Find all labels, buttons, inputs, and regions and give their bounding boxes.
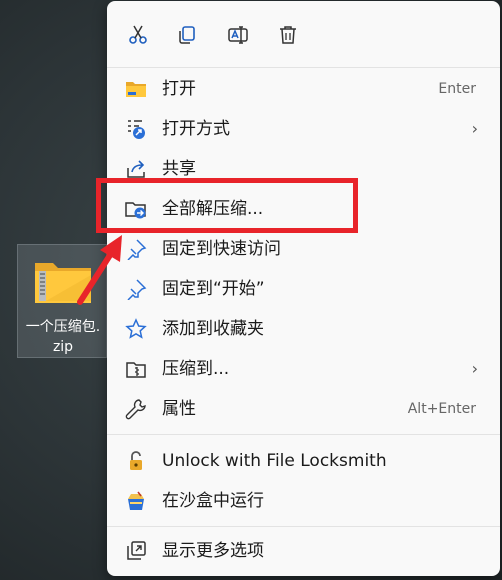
delete-button[interactable] <box>274 21 302 49</box>
cut-icon <box>129 25 147 44</box>
rename-button[interactable] <box>224 21 252 49</box>
menu-item-open-with[interactable]: 打开方式 › <box>107 109 500 149</box>
desktop-file-zip[interactable]: 一个压缩包. zip <box>17 244 107 358</box>
highlight-box <box>96 178 358 233</box>
shortcut-text: Enter <box>438 81 476 97</box>
share-icon <box>127 160 145 178</box>
chevron-right-icon: › <box>471 119 478 138</box>
menu-item-label: 在沙盒中运行 <box>162 491 264 511</box>
more-options-icon <box>127 541 146 560</box>
menu-item-label: 添加到收藏夹 <box>162 319 264 339</box>
menu-item-pin-start[interactable]: 固定到“开始” <box>107 269 500 309</box>
menu-item-properties[interactable]: 属性 Alt+Enter <box>107 389 500 429</box>
pin-icon <box>127 239 147 260</box>
lock-icon <box>130 451 142 470</box>
folder-icon <box>126 82 146 97</box>
menu-item-run-sandbox[interactable]: 在沙盒中运行 <box>107 481 500 521</box>
menu-item-add-favorites[interactable]: 添加到收藏夹 <box>107 309 500 349</box>
open-with-icon <box>128 120 145 139</box>
menu-item-label: 固定到快速访问 <box>162 239 281 259</box>
menu-item-pin-quick-access[interactable]: 固定到快速访问 <box>107 229 500 269</box>
menu-item-label: 显示更多选项 <box>162 541 264 561</box>
menu-item-open[interactable]: 打开 Enter <box>107 69 500 109</box>
menu-item-label: 属性 <box>162 399 196 419</box>
compress-icon <box>126 362 146 378</box>
menu-item-file-locksmith[interactable]: Unlock with File Locksmith <box>107 441 500 481</box>
menu-item-compress-to[interactable]: 压缩到... › <box>107 349 500 389</box>
menu-item-label: Unlock with File Locksmith <box>162 451 387 471</box>
menu-item-label: 打开方式 <box>162 119 230 139</box>
zip-folder-icon <box>35 263 91 303</box>
menu-item-show-more-options[interactable]: 显示更多选项 <box>107 531 500 571</box>
separator <box>107 67 500 68</box>
separator <box>107 434 500 435</box>
menu-item-label: 打开 <box>162 79 196 99</box>
menu-item-label: 压缩到... <box>162 359 230 379</box>
pin-icon <box>127 279 147 300</box>
wrench-icon <box>125 399 146 420</box>
cut-button[interactable] <box>124 21 152 49</box>
file-name-label: 一个压缩包. zip <box>25 319 101 355</box>
menu-toolbar <box>107 1 500 63</box>
rename-icon <box>228 26 248 44</box>
delete-icon <box>280 26 296 44</box>
shortcut-text: Alt+Enter <box>407 401 476 417</box>
copy-icon <box>179 26 195 44</box>
sandbox-icon <box>128 491 144 510</box>
menu-item-label: 固定到“开始” <box>162 279 265 299</box>
chevron-right-icon: › <box>471 359 478 378</box>
star-icon <box>125 318 147 339</box>
copy-button[interactable] <box>173 21 201 49</box>
separator <box>107 526 500 527</box>
context-menu: 打开 Enter 打开方式 › 共享 全部解压缩... 固定到快速访问 固定到“… <box>107 1 500 576</box>
